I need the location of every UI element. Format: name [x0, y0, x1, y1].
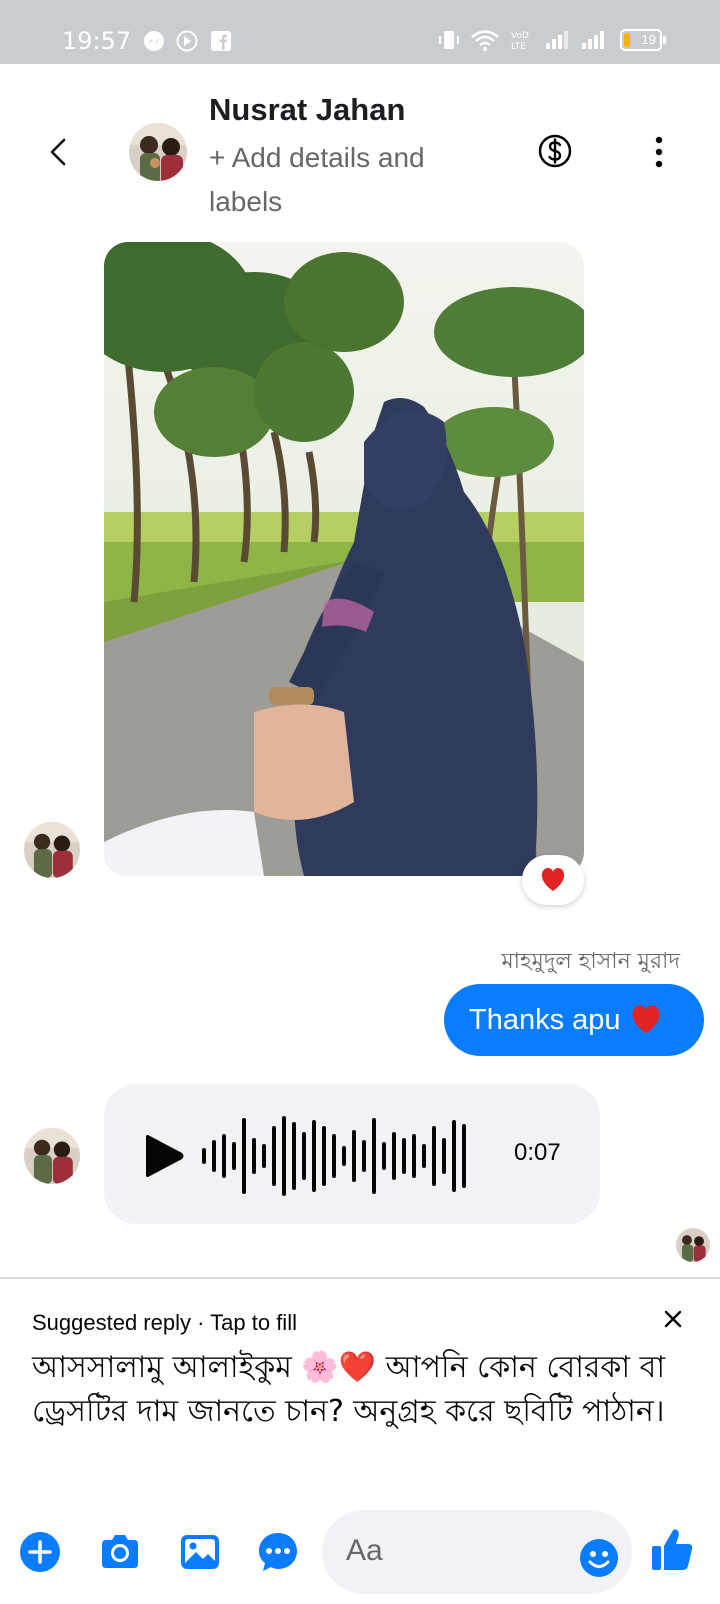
photo-message[interactable] — [104, 242, 584, 876]
voice-message: 0:07 — [104, 1084, 600, 1224]
chat-bubble-icon[interactable] — [256, 1530, 300, 1574]
sender-avatar[interactable] — [24, 822, 80, 878]
facebook-notification-icon — [211, 31, 231, 51]
close-icon[interactable] — [660, 1306, 686, 1332]
battery-level: 19 — [641, 32, 656, 47]
outgoing-message-text: Thanks apu — [469, 1003, 621, 1036]
wifi-icon — [471, 30, 499, 51]
gallery-icon[interactable] — [178, 1530, 222, 1574]
emoji-icon[interactable] — [579, 1538, 619, 1578]
conversation-header: Nusrat Jahan + Add details and labels — [0, 64, 720, 224]
battery-icon: 19 — [620, 29, 666, 51]
waveform[interactable] — [200, 1114, 480, 1198]
heart-emoji-icon — [632, 1005, 660, 1034]
play-icon[interactable] — [142, 1134, 186, 1178]
navigation-notification-icon — [176, 30, 198, 52]
more-options-icon[interactable] — [644, 135, 674, 169]
contact-avatar[interactable] — [127, 121, 189, 183]
message-placeholder: Aa — [346, 1534, 383, 1567]
status-bar: 19:57 VoD LTE 19 — [0, 0, 720, 64]
contact-name: Nusrat Jahan — [209, 92, 406, 127]
sender-avatar-2[interactable] — [24, 1128, 80, 1184]
seen-avatar — [676, 1228, 710, 1262]
like-icon[interactable] — [650, 1526, 694, 1572]
suggested-reply-label: Suggested reply · Tap to fill — [32, 1310, 297, 1335]
vibrate-icon — [439, 31, 459, 49]
divider — [0, 1277, 720, 1279]
suggested-reply-text[interactable]: আসসালামু আলাইকুম 🌸❤️ আপনি কোন বোরকা বা ড… — [32, 1346, 692, 1434]
voice-duration: 0:07 — [514, 1139, 561, 1166]
heart-icon — [541, 868, 565, 891]
back-arrow-icon[interactable] — [40, 134, 76, 170]
add-details-link[interactable]: + Add details and labels — [209, 136, 499, 224]
add-icon[interactable] — [18, 1530, 62, 1574]
status-time: 19:57 — [62, 27, 132, 55]
camera-icon[interactable] — [98, 1530, 142, 1574]
message-input[interactable]: Aa — [322, 1510, 632, 1594]
heart-reaction[interactable] — [522, 855, 584, 905]
volte-icon: VoD LTE — [511, 31, 529, 52]
outgoing-message-bubble[interactable]: Thanks apu — [444, 984, 704, 1056]
svg-text:LTE: LTE — [511, 42, 526, 52]
signal-icon — [546, 31, 568, 49]
status-icons: VoD LTE 19 — [438, 28, 666, 52]
outgoing-sender-name: মাহমুদুল হাসান মুরাদ — [501, 949, 680, 974]
signal-icon-2 — [582, 31, 604, 49]
messenger-notification-icon — [144, 31, 164, 51]
svg-text:VoD: VoD — [511, 31, 529, 41]
payment-icon[interactable] — [537, 133, 573, 169]
